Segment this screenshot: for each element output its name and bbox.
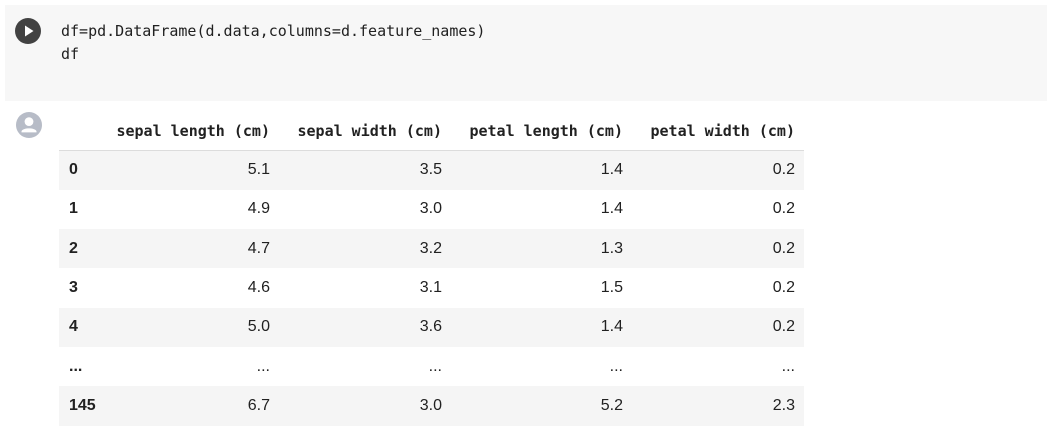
row-index: ... [69, 357, 83, 375]
table-cell: 3.2 [419, 239, 442, 257]
table-cell: 4.6 [247, 279, 270, 297]
table-row-ellipsis: ... ... ... ... ... [59, 347, 804, 386]
table-row: 3 4.6 3.1 1.5 0.2 [59, 268, 804, 307]
table-cell: ... [781, 357, 795, 375]
table-cell: 6.7 [247, 396, 270, 414]
table-row: 145 6.7 3.0 5.2 2.3 [59, 386, 804, 426]
index-header [59, 112, 106, 151]
table-cell: 1.4 [600, 161, 623, 179]
user-avatar-icon [16, 112, 42, 138]
row-index: 1 [69, 200, 78, 218]
dataframe-table: sepal length (cm) sepal width (cm) petal… [59, 112, 804, 426]
table-cell: 4.9 [247, 200, 270, 218]
cell-output: sepal length (cm) sepal width (cm) petal… [5, 101, 1047, 428]
row-index: 2 [69, 239, 78, 257]
table-cell: 4.7 [247, 239, 270, 257]
run-cell-button[interactable] [15, 18, 41, 44]
code-line: df=pd.DataFrame(d.data,columns=d.feature… [61, 22, 486, 40]
table-row: 2 4.7 3.2 1.3 0.2 [59, 229, 804, 269]
code-cell[interactable]: df=pd.DataFrame(d.data,columns=d.feature… [5, 5, 1047, 101]
table-cell: ... [609, 357, 623, 375]
table-cell: 1.4 [600, 200, 623, 218]
table-row: 1 4.9 3.0 1.4 0.2 [59, 190, 804, 229]
code-editor[interactable]: df=pd.DataFrame(d.data,columns=d.feature… [61, 20, 485, 66]
table-cell: 0.2 [772, 161, 795, 179]
play-icon [25, 25, 34, 37]
table-cell: 1.3 [600, 239, 623, 257]
column-header: petal width (cm) [632, 112, 804, 151]
column-header: petal length (cm) [451, 112, 632, 151]
table-cell: 5.1 [247, 161, 270, 179]
table-row: 4 5.0 3.6 1.4 0.2 [59, 307, 804, 347]
table-cell: 3.5 [419, 161, 442, 179]
table-cell: 0.2 [772, 318, 795, 336]
row-index: 3 [69, 279, 78, 297]
table-cell: ... [428, 357, 442, 375]
table-cell: 0.2 [772, 200, 795, 218]
table-cell: 5.0 [247, 318, 270, 336]
table-cell: 1.4 [600, 318, 623, 336]
table-cell: 3.0 [419, 396, 442, 414]
table-cell: 2.3 [772, 396, 795, 414]
code-line: df [61, 45, 80, 63]
table-row: 0 5.1 3.5 1.4 0.2 [59, 150, 804, 190]
table-cell: 1.5 [600, 279, 623, 297]
column-header: sepal width (cm) [279, 112, 451, 151]
row-index: 145 [69, 396, 96, 414]
column-header: sepal length (cm) [106, 112, 279, 151]
table-cell: 3.6 [419, 318, 442, 336]
header-row: sepal length (cm) sepal width (cm) petal… [59, 112, 804, 151]
row-index: 0 [69, 161, 78, 179]
table-cell: 3.1 [419, 279, 442, 297]
row-index: 4 [69, 318, 78, 336]
table-cell: ... [256, 357, 270, 375]
table-cell: 5.2 [600, 396, 623, 414]
table-cell: 0.2 [772, 239, 795, 257]
table-cell: 3.0 [419, 200, 442, 218]
table-cell: 0.2 [772, 279, 795, 297]
